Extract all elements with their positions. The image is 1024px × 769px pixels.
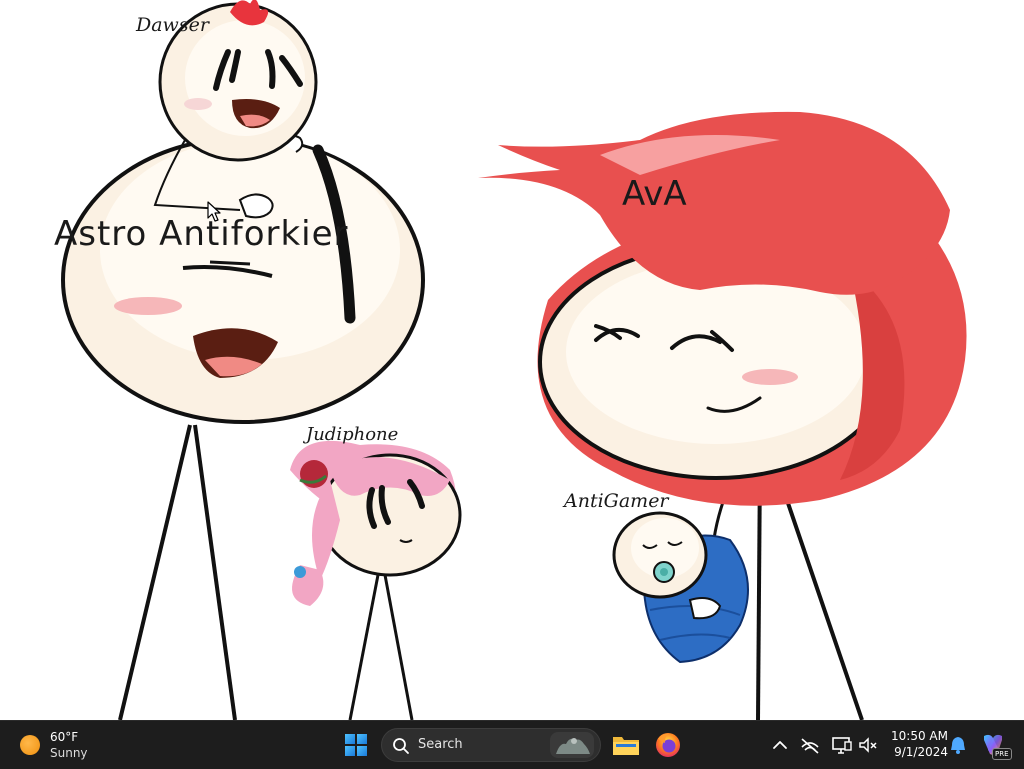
wallpaper-image [61, 0, 967, 720]
weather-temperature: 60°F [50, 730, 79, 744]
windows-logo-icon [345, 734, 367, 756]
label-dawser: Dawser [136, 14, 209, 36]
desktop[interactable]: Dawser Astro Antiforkier AvA Judiphone A… [0, 0, 1024, 720]
weather-widget[interactable]: 60°F Sunny [18, 729, 118, 763]
display-icon[interactable] [830, 733, 854, 757]
search-icon [393, 738, 409, 754]
judiphone-figure [290, 440, 462, 720]
firefox-icon [656, 733, 680, 757]
network-off-icon[interactable] [798, 733, 822, 757]
label-ava: AvA [622, 174, 687, 214]
sun-icon [20, 735, 40, 755]
clock-time: 10:50 AM [891, 729, 948, 743]
copilot-pre-badge: PRE [992, 748, 1012, 760]
file-explorer-button[interactable] [610, 729, 642, 761]
antigamer-figure [612, 511, 749, 664]
chevron-up-icon[interactable] [768, 733, 792, 757]
volume-mute-icon[interactable] [856, 733, 880, 757]
folder-icon [613, 737, 639, 755]
label-judiphone: Judiphone [306, 424, 399, 445]
mouse-cursor-icon [207, 201, 221, 222]
clock-date: 9/1/2024 [894, 745, 948, 759]
weather-condition: Sunny [50, 746, 88, 760]
clock[interactable]: 10:50 AM 9/1/2024 [882, 728, 948, 760]
label-antigamer: AntiGamer [564, 490, 669, 512]
taskbar: 60°F Sunny Search 10:50 AM 9/1/2024 PRE [0, 720, 1024, 769]
search-placeholder: Search [418, 737, 463, 752]
bell-icon[interactable] [946, 733, 970, 757]
copilot-button[interactable]: PRE [978, 730, 1012, 760]
firefox-button[interactable] [652, 729, 684, 761]
label-astro-antiforkier: Astro Antiforkier [54, 214, 349, 254]
taskbar-search-box[interactable]: Search [381, 728, 601, 762]
search-highlight-illustration-icon [550, 732, 594, 758]
start-button[interactable] [340, 729, 372, 761]
